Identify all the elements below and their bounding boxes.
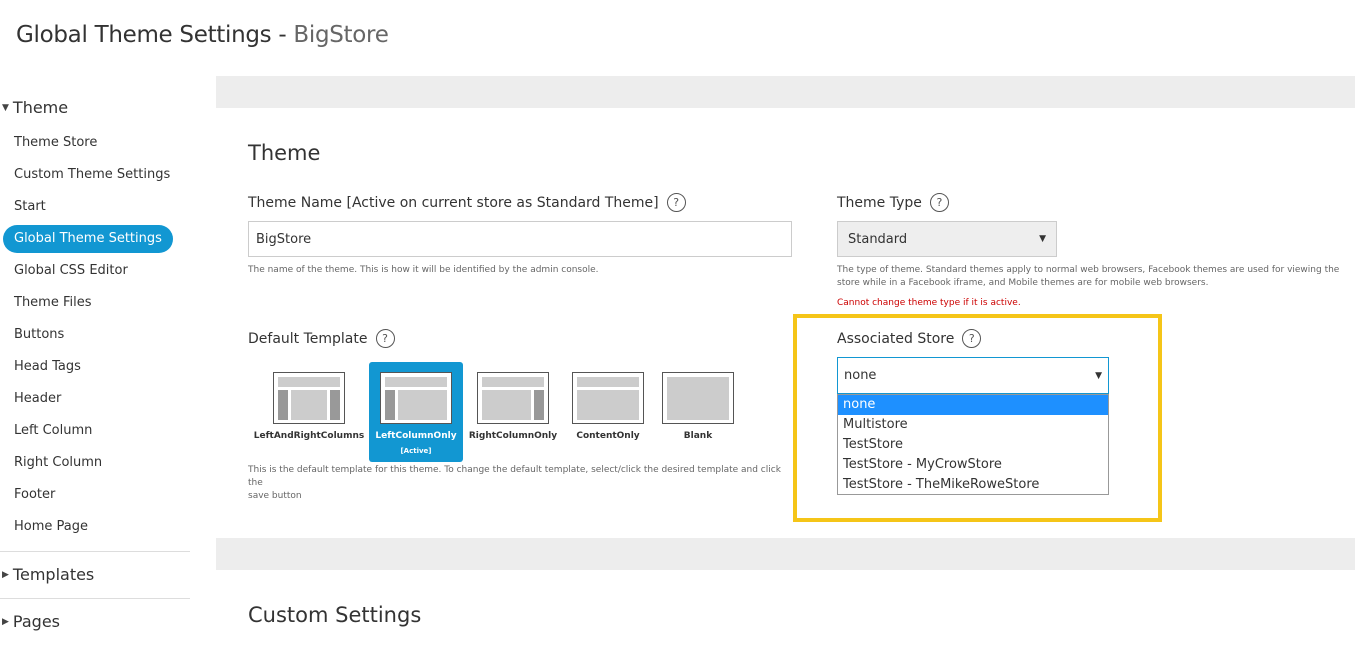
template-active-tag: [Active]	[400, 447, 432, 455]
template-label: LeftColumnOnly	[375, 431, 457, 441]
sidebar-item-header[interactable]: Header	[14, 388, 61, 410]
sidebar-item-home-page[interactable]: Home Page	[14, 516, 88, 538]
template-left-and-right-columns[interactable]: LeftAndRightColumns	[250, 362, 368, 462]
template-label: ContentOnly	[576, 431, 640, 441]
help-icon[interactable]: ?	[929, 193, 949, 212]
sidebar-item-global-css-editor[interactable]: Global CSS Editor	[14, 260, 128, 282]
help-icon[interactable]: ?	[375, 329, 395, 348]
template-left-column-only[interactable]: LeftColumnOnly [Active]	[369, 362, 463, 462]
sidebar-item-buttons[interactable]: Buttons	[14, 324, 64, 346]
theme-type-select[interactable]: Standard ▼	[837, 221, 1057, 257]
template-thumbnail	[477, 372, 549, 424]
theme-type-label: Theme Type ?	[837, 193, 949, 212]
default-template-label: Default Template ?	[248, 329, 395, 348]
template-label: LeftAndRightColumns	[253, 431, 365, 441]
template-thumbnail	[572, 372, 644, 424]
default-template-hint: This is the default template for this th…	[248, 465, 781, 501]
chevron-down-icon: ▼	[1039, 234, 1046, 244]
theme-name-input[interactable]	[248, 221, 792, 257]
sidebar-item-global-theme-settings[interactable]: Global Theme Settings	[3, 225, 173, 253]
page-title: Global Theme Settings - BigStore	[16, 22, 389, 48]
caret-right-icon: ▶	[2, 616, 9, 627]
theme-type-hint: The type of theme. Standard themes apply…	[837, 265, 1340, 288]
sidebar-item-footer[interactable]: Footer	[14, 484, 55, 506]
caret-right-icon: ▶	[2, 569, 9, 580]
template-label: RightColumnOnly	[468, 431, 558, 441]
sidebar-divider	[0, 598, 190, 599]
sidebar-item-start[interactable]: Start	[14, 196, 46, 218]
sidebar-item-custom-theme-settings[interactable]: Custom Theme Settings	[14, 164, 170, 186]
page-header: Global Theme Settings - BigStore	[0, 0, 1355, 76]
sidebar-group-templates[interactable]: ▶ Templates	[2, 565, 94, 584]
theme-type-warning: Cannot change theme type if it is active…	[837, 298, 1021, 308]
sidebar-item-right-column[interactable]: Right Column	[14, 452, 102, 474]
theme-name-hint: The name of the theme. This is how it wi…	[248, 265, 599, 275]
sidebar-item-head-tags[interactable]: Head Tags	[14, 356, 81, 378]
theme-card-title: Theme	[248, 141, 321, 165]
sidebar-item-left-column[interactable]: Left Column	[14, 420, 92, 442]
sidebar: ▼ Theme Theme Store Custom Theme Setting…	[0, 76, 216, 646]
help-icon[interactable]: ?	[666, 193, 686, 212]
theme-name-label: Theme Name [Active on current store as S…	[248, 193, 686, 212]
sidebar-item-theme-store[interactable]: Theme Store	[14, 132, 97, 154]
caret-down-icon: ▼	[2, 102, 9, 113]
highlight-box	[793, 314, 1162, 522]
template-thumbnail	[380, 372, 452, 424]
template-thumbnail	[662, 372, 734, 424]
custom-settings-title: Custom Settings	[248, 603, 422, 627]
sidebar-group-theme[interactable]: ▼ Theme	[2, 98, 68, 117]
sidebar-item-theme-files[interactable]: Theme Files	[14, 292, 92, 314]
sidebar-group-pages[interactable]: ▶ Pages	[2, 612, 60, 631]
template-label: Blank	[683, 431, 713, 441]
sidebar-divider	[0, 551, 190, 552]
template-content-only[interactable]: ContentOnly	[561, 362, 655, 462]
template-blank[interactable]: Blank	[651, 362, 745, 462]
template-thumbnail	[273, 372, 345, 424]
page-title-store: BigStore	[293, 22, 389, 48]
template-right-column-only[interactable]: RightColumnOnly	[466, 362, 560, 462]
